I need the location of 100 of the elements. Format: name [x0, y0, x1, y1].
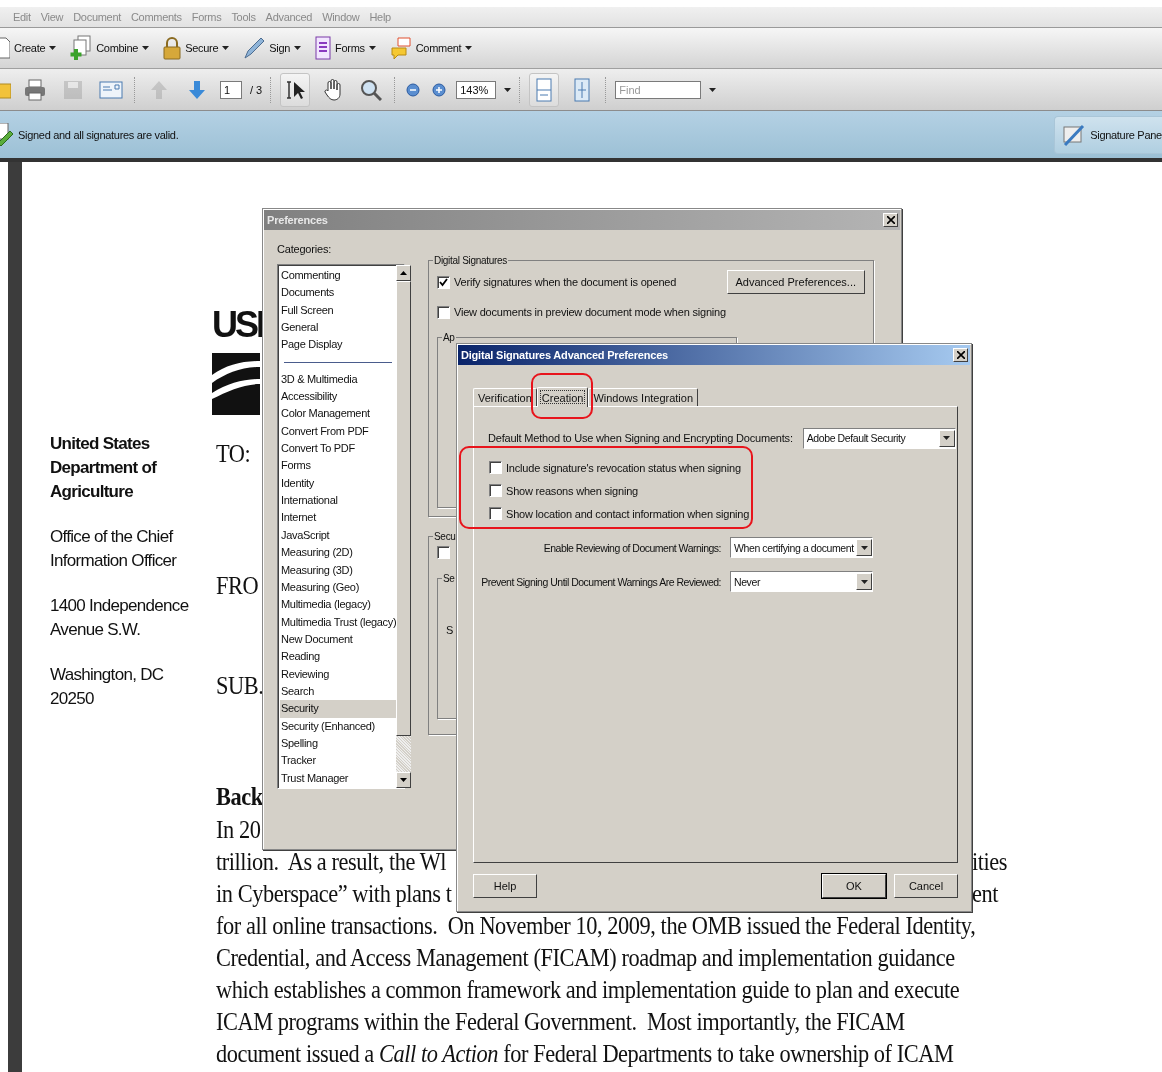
task-button[interactable]: Comment	[389, 36, 473, 60]
category-item[interactable]: Reading	[280, 648, 397, 666]
category-item[interactable]: Forms	[280, 457, 397, 475]
category-item[interactable]: Documents	[280, 284, 397, 302]
category-item[interactable]: International	[280, 492, 397, 510]
caret-icon	[49, 46, 57, 50]
section-heading: Back	[216, 782, 263, 812]
body-text-line: document issued a Call to Action for Federal Departments to take ownership of ICAM	[216, 1039, 954, 1069]
category-item[interactable]: Internet	[280, 509, 397, 527]
body-text-line: ent	[972, 879, 999, 909]
fit-page-icon	[574, 77, 591, 102]
signature-valid-icon	[0, 122, 14, 147]
zoom-in-icon	[432, 82, 447, 97]
checkbox-label: Show location and contact information when signing	[506, 507, 750, 520]
checkbox[interactable]	[437, 546, 450, 559]
body-text-line: In 20	[216, 815, 261, 845]
category-item[interactable]: Measuring (2D)	[280, 544, 397, 562]
group-legend: Secu	[433, 531, 457, 542]
category-item[interactable]: JavaScript	[280, 526, 397, 545]
category-item[interactable]: Trust Manager	[280, 769, 397, 787]
category-item[interactable]: Measuring (Geo)	[280, 578, 397, 597]
address-text: Office of the Chief Information Officer	[50, 526, 178, 572]
checkbox-label: Verify signatures when the document is opened	[454, 276, 677, 288]
category-item[interactable]: Convert To PDF	[280, 440, 397, 458]
address-text: Washington, DC 20250	[50, 664, 165, 710]
signature-pen-icon	[1063, 123, 1086, 146]
dropdown[interactable]: Never	[730, 571, 873, 592]
arrow-up-icon	[150, 79, 168, 100]
task-button[interactable]: Create	[0, 36, 57, 60]
documents-plus-icon	[70, 35, 93, 61]
category-item[interactable]: Security	[280, 700, 397, 718]
scroll-up-icon	[400, 271, 408, 275]
zoom-out-icon	[406, 82, 421, 97]
category-item[interactable]: Page Display	[280, 336, 397, 354]
scrollbar[interactable]	[396, 265, 412, 788]
category-item[interactable]: Commenting	[280, 267, 397, 285]
setting-label: S	[446, 624, 455, 636]
folder-icon	[0, 80, 11, 99]
category-item[interactable]: New Document	[280, 630, 397, 649]
checkbox[interactable]	[489, 461, 502, 474]
caret-icon	[465, 46, 473, 50]
body-text-line: ICAM programs within the Federal Government. Most importantly, the FICAM	[216, 1007, 905, 1037]
caret-icon	[860, 579, 868, 584]
check-icon	[439, 277, 448, 287]
close-button[interactable]	[953, 348, 968, 362]
field-label: Prevent Signing Until Document Warnings Are Reviewed:	[481, 575, 722, 588]
task-button[interactable]: Forms	[315, 36, 376, 60]
caret-icon	[709, 87, 717, 92]
find-field[interactable]: Find	[615, 80, 702, 99]
task-button[interactable]: Combine	[70, 35, 150, 61]
pen-icon	[243, 36, 266, 60]
category-item[interactable]: 3D & Multimedia	[280, 370, 397, 389]
category-item[interactable]: Measuring (3D)	[280, 561, 397, 579]
body-text-line: which establishes a common framework and implementation guide to plan and execute	[216, 975, 960, 1005]
checkbox[interactable]	[437, 275, 450, 289]
checkbox-label: Show reasons when signing	[506, 484, 638, 497]
category-item[interactable]: Reviewing	[280, 665, 397, 683]
arrow-down-icon	[188, 79, 206, 100]
tab[interactable]: Verification	[473, 388, 537, 406]
category-item[interactable]: Tracker	[280, 752, 397, 770]
tab[interactable]: Windows Integration	[588, 388, 699, 406]
fit-width-icon	[536, 77, 553, 102]
form-icon	[315, 36, 332, 60]
tab[interactable]: Creation	[536, 387, 589, 407]
page-number-field[interactable]: 1	[220, 80, 242, 99]
field-label: Default Method to Use when Signing and Encrypting Documents:	[488, 432, 793, 444]
category-item[interactable]: Identity	[280, 474, 397, 493]
group-legend: Se	[442, 573, 456, 584]
category-item[interactable]: General	[280, 319, 397, 337]
task-button[interactable]: Secure	[163, 36, 230, 60]
memo-field-label: FRO	[216, 571, 259, 601]
body-text-line: in Cyberspace” with plans t	[216, 879, 452, 909]
scroll-down-icon	[400, 778, 408, 782]
caret-icon	[943, 436, 951, 440]
text-cursor-arrow-icon	[284, 78, 307, 101]
category-item[interactable]: Convert From PDF	[280, 422, 397, 441]
zoom-field[interactable]: 143%	[456, 80, 497, 99]
tool-button[interactable]	[280, 72, 311, 107]
category-item[interactable]: Spelling	[280, 734, 397, 753]
checkbox[interactable]	[489, 507, 502, 520]
checkbox[interactable]	[437, 305, 450, 319]
category-item[interactable]: Multimedia Trust (legacy)	[280, 613, 397, 631]
category-item[interactable]: Accessibility	[280, 388, 397, 406]
envelope-icon	[99, 79, 123, 100]
advanced-preferences-button[interactable]: Advanced Preferences...	[726, 270, 865, 294]
category-item[interactable]: Color Management	[280, 405, 397, 423]
body-text-line: Credential, and Access Management (FICAM) roadmap and implementation guidance	[216, 943, 955, 973]
checkbox[interactable]	[489, 484, 502, 497]
dropdown[interactable]: Adobe Default Security	[802, 427, 956, 449]
category-item[interactable]: Security (Enhanced)	[280, 717, 397, 735]
category-item[interactable]: Search	[280, 682, 397, 701]
task-button[interactable]: Sign	[243, 36, 302, 60]
dialog-button[interactable]: OK	[822, 874, 886, 898]
dialog-button[interactable]: Cancel	[894, 874, 958, 898]
close-button[interactable]	[883, 213, 898, 227]
category-item[interactable]: Multimedia (legacy)	[280, 596, 397, 614]
address-text: United States Department of Agriculture	[50, 433, 158, 503]
category-item[interactable]: Full Screen	[280, 301, 397, 320]
dialog-button[interactable]: Help	[473, 874, 537, 898]
dropdown[interactable]: When certifying a document	[730, 537, 873, 558]
